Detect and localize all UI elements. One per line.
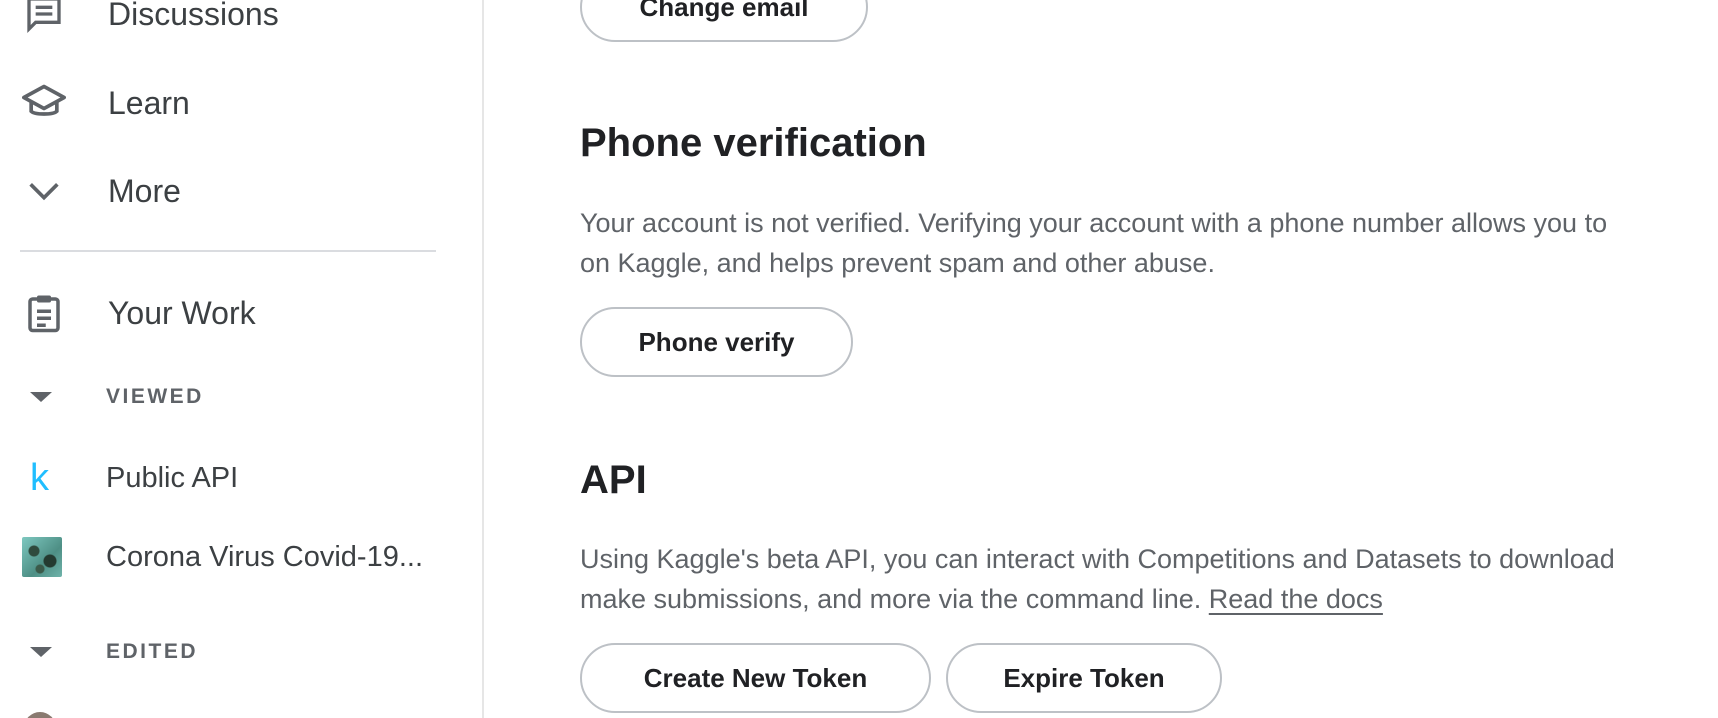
- viewed-item-corona-dataset[interactable]: Corona Virus Covid-19...: [0, 529, 482, 585]
- sidebar-item-label: Learn: [108, 84, 190, 121]
- phone-verification-title: Phone verification: [580, 121, 927, 165]
- api-text-line2: make submissions, and more via the comma…: [580, 579, 1718, 619]
- sidebar-divider: [20, 250, 436, 252]
- viewed-item-label: Public API: [106, 461, 239, 494]
- avatar: [24, 712, 56, 718]
- edited-section-label: EDITED: [106, 640, 199, 663]
- phone-verification-text-line2: on Kaggle, and helps prevent spam and ot…: [580, 248, 1215, 278]
- sidebar-item-label: Your Work: [108, 294, 256, 331]
- change-email-button[interactable]: Change email: [580, 0, 868, 42]
- viewed-item-public-api[interactable]: k Public API: [0, 450, 482, 506]
- discussions-icon: [22, 0, 66, 36]
- caret-down-icon: [30, 392, 52, 402]
- edited-section-toggle[interactable]: EDITED: [0, 630, 482, 674]
- phone-verification-text-line1: Your account is not verified. Verifying …: [580, 208, 1608, 238]
- settings-main: Change email Phone verification Your acc…: [484, 0, 1718, 718]
- sidebar-item-label: Discussions: [108, 0, 279, 32]
- expire-token-button[interactable]: Expire Token: [946, 643, 1222, 713]
- viewed-item-label: Corona Virus Covid-19...: [106, 540, 424, 573]
- api-section-title: API: [580, 458, 647, 502]
- caret-down-icon: [30, 647, 52, 657]
- api-text-line1: Using Kaggle's beta API, you can interac…: [580, 544, 1615, 574]
- clipboard-icon: [22, 291, 66, 335]
- sidebar-item-learn[interactable]: Learn: [0, 73, 482, 133]
- sidebar-item-more[interactable]: More: [0, 161, 482, 221]
- viewed-section-label: VIEWED: [106, 385, 204, 408]
- learn-icon: [22, 81, 66, 125]
- chevron-down-icon: [22, 169, 66, 213]
- create-new-token-button[interactable]: Create New Token: [580, 643, 931, 713]
- viewed-section-toggle[interactable]: VIEWED: [0, 375, 482, 419]
- kaggle-k-icon: k: [30, 457, 49, 499]
- dataset-thumbnail: [22, 537, 62, 577]
- sidebar: Discussions Learn More Your Work VIEWED …: [0, 0, 484, 718]
- read-the-docs-link[interactable]: Read the docs: [1209, 584, 1383, 614]
- sidebar-item-label: More: [108, 172, 181, 209]
- sidebar-item-your-work[interactable]: Your Work: [0, 283, 482, 343]
- sidebar-item-discussions[interactable]: Discussions: [0, 0, 482, 44]
- phone-verify-button[interactable]: Phone verify: [580, 307, 853, 377]
- api-text-line2-text: make submissions, and more via the comma…: [580, 584, 1209, 614]
